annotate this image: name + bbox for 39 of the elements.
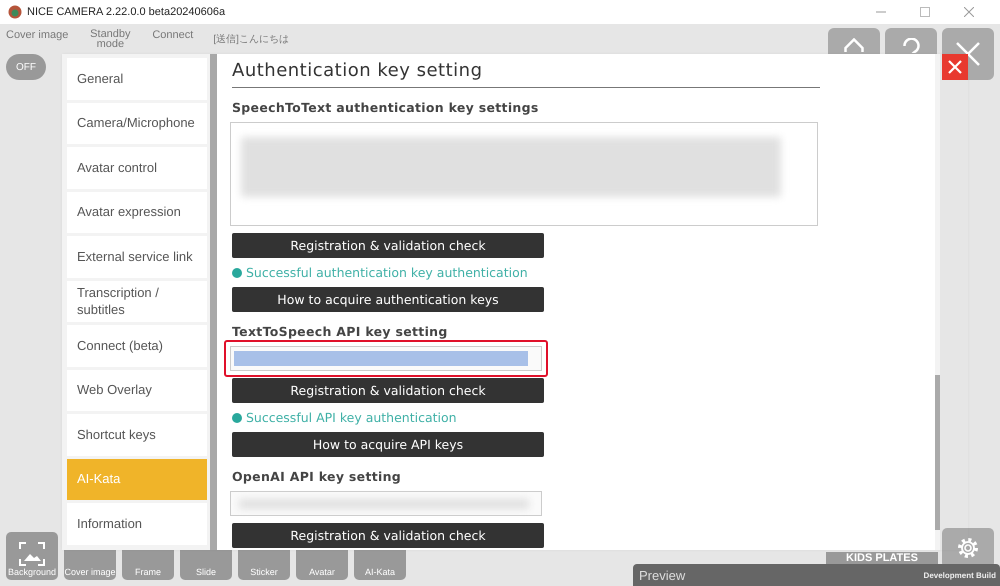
maximize-icon[interactable]	[920, 7, 930, 17]
section-heading: SpeechToText authentication key settings	[232, 100, 539, 115]
section-heading: OpenAI API key setting	[232, 469, 402, 484]
sidebar-item[interactable]: Information	[67, 503, 207, 544]
panel-title: Authentication key setting	[232, 56, 820, 88]
build-label: Development Build	[924, 570, 996, 580]
app-logo-icon	[8, 5, 22, 19]
close-button[interactable]	[942, 54, 968, 80]
status-text: Successful authentication key authentication	[246, 265, 528, 280]
scrollbar-thumb[interactable]	[935, 375, 940, 530]
toolbar-label: Cover image	[6, 30, 68, 41]
sidebar-item[interactable]: Connect (beta)	[67, 325, 207, 366]
sidebar-item[interactable]: Avatar control	[67, 147, 207, 188]
status-text: Successful API key authentication	[246, 410, 457, 425]
help-link-button[interactable]: How to acquire API keys	[232, 432, 544, 457]
settings-icon	[955, 535, 981, 561]
sidebar-item[interactable]: Avatar expression	[67, 192, 207, 233]
toolbar-label: Standby mode	[89, 30, 132, 50]
preview-label: Preview	[639, 568, 686, 582]
close-icon[interactable]	[964, 7, 974, 17]
image-icon	[18, 541, 46, 567]
toolbar-label: Connect	[152, 30, 194, 41]
message-text: [送信]こんにちは	[213, 33, 289, 46]
key-input-field[interactable]	[230, 491, 542, 516]
key-text-area[interactable]	[230, 122, 818, 226]
registration-button[interactable]: Registration & validation check	[232, 378, 544, 403]
sidebar-item[interactable]: Web Overlay	[67, 370, 207, 411]
home-icon	[844, 38, 864, 52]
registration-button[interactable]: Registration & validation check	[232, 523, 544, 548]
key-input-field[interactable]	[230, 346, 542, 371]
sidebar-item[interactable]: Camera/Microphone	[67, 102, 207, 144]
help-link-button[interactable]: How to acquire authentication keys	[232, 287, 544, 312]
sidebar-item[interactable]: General	[67, 58, 207, 100]
sidebar-item[interactable]: Transcription / subtitles	[67, 280, 207, 322]
registration-button[interactable]: Registration & validation check	[232, 233, 544, 258]
section-heading: TextToSpeech API key setting	[232, 324, 448, 339]
sidebar-item[interactable]: Shortcut keys	[67, 414, 207, 456]
window-title: NICE CAMERA 2.22.0.0 beta20240606a	[27, 6, 226, 18]
sidebar-item[interactable]: External service link	[67, 236, 207, 278]
